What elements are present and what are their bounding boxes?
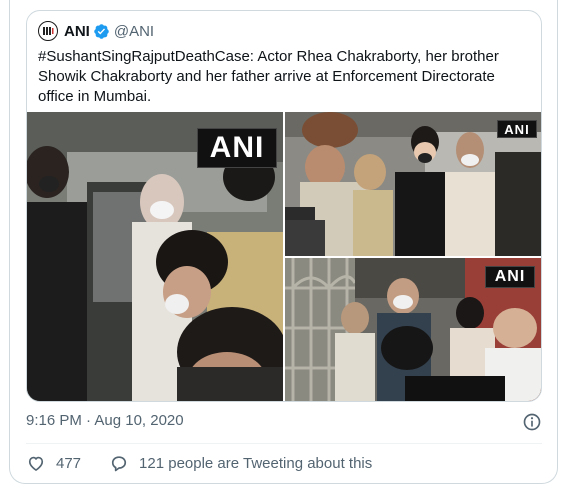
conversation-button[interactable]: 121 people are Tweeting about this: [109, 453, 372, 473]
ani-watermark: ANI: [497, 120, 537, 138]
ani-avatar[interactable]: [38, 21, 58, 41]
quoted-author-name[interactable]: ANI: [64, 23, 90, 40]
media-photo-3[interactable]: ANI: [285, 258, 541, 401]
speech-bubble-icon: [111, 456, 127, 472]
media-grid: ANI ANI ANI: [27, 112, 541, 401]
ani-watermark: ANI: [197, 128, 277, 168]
ani-logo-icon: [42, 26, 54, 36]
quoted-tweet[interactable]: ANI @ANI #SushantSingRajputDeathCase: Ac…: [26, 10, 542, 402]
like-count: 477: [56, 454, 82, 472]
conversation-label: 121 people are Tweeting about this: [139, 454, 373, 472]
heart-icon: [28, 456, 44, 471]
quoted-author-handle[interactable]: @ANI: [114, 23, 154, 40]
media-photo-2[interactable]: ANI: [285, 112, 541, 256]
quoted-tweet-text: #SushantSingRajputDeathCase: Actor Rhea …: [38, 48, 499, 105]
info-icon[interactable]: [522, 412, 542, 432]
tweet-timestamp[interactable]: 9:16 PM · Aug 10, 2020: [26, 412, 184, 429]
quoted-tweet-header: ANI @ANI: [38, 20, 154, 42]
divider: [26, 443, 542, 444]
ani-watermark: ANI: [485, 266, 535, 288]
like-button[interactable]: 477: [26, 453, 81, 473]
tweet-actions: 477 121 people are Tweeting about this: [26, 453, 372, 473]
verified-badge-icon: [93, 23, 110, 40]
tweet-meta: 9:16 PM · Aug 10, 2020: [26, 412, 542, 432]
media-photo-1[interactable]: ANI: [27, 112, 283, 401]
